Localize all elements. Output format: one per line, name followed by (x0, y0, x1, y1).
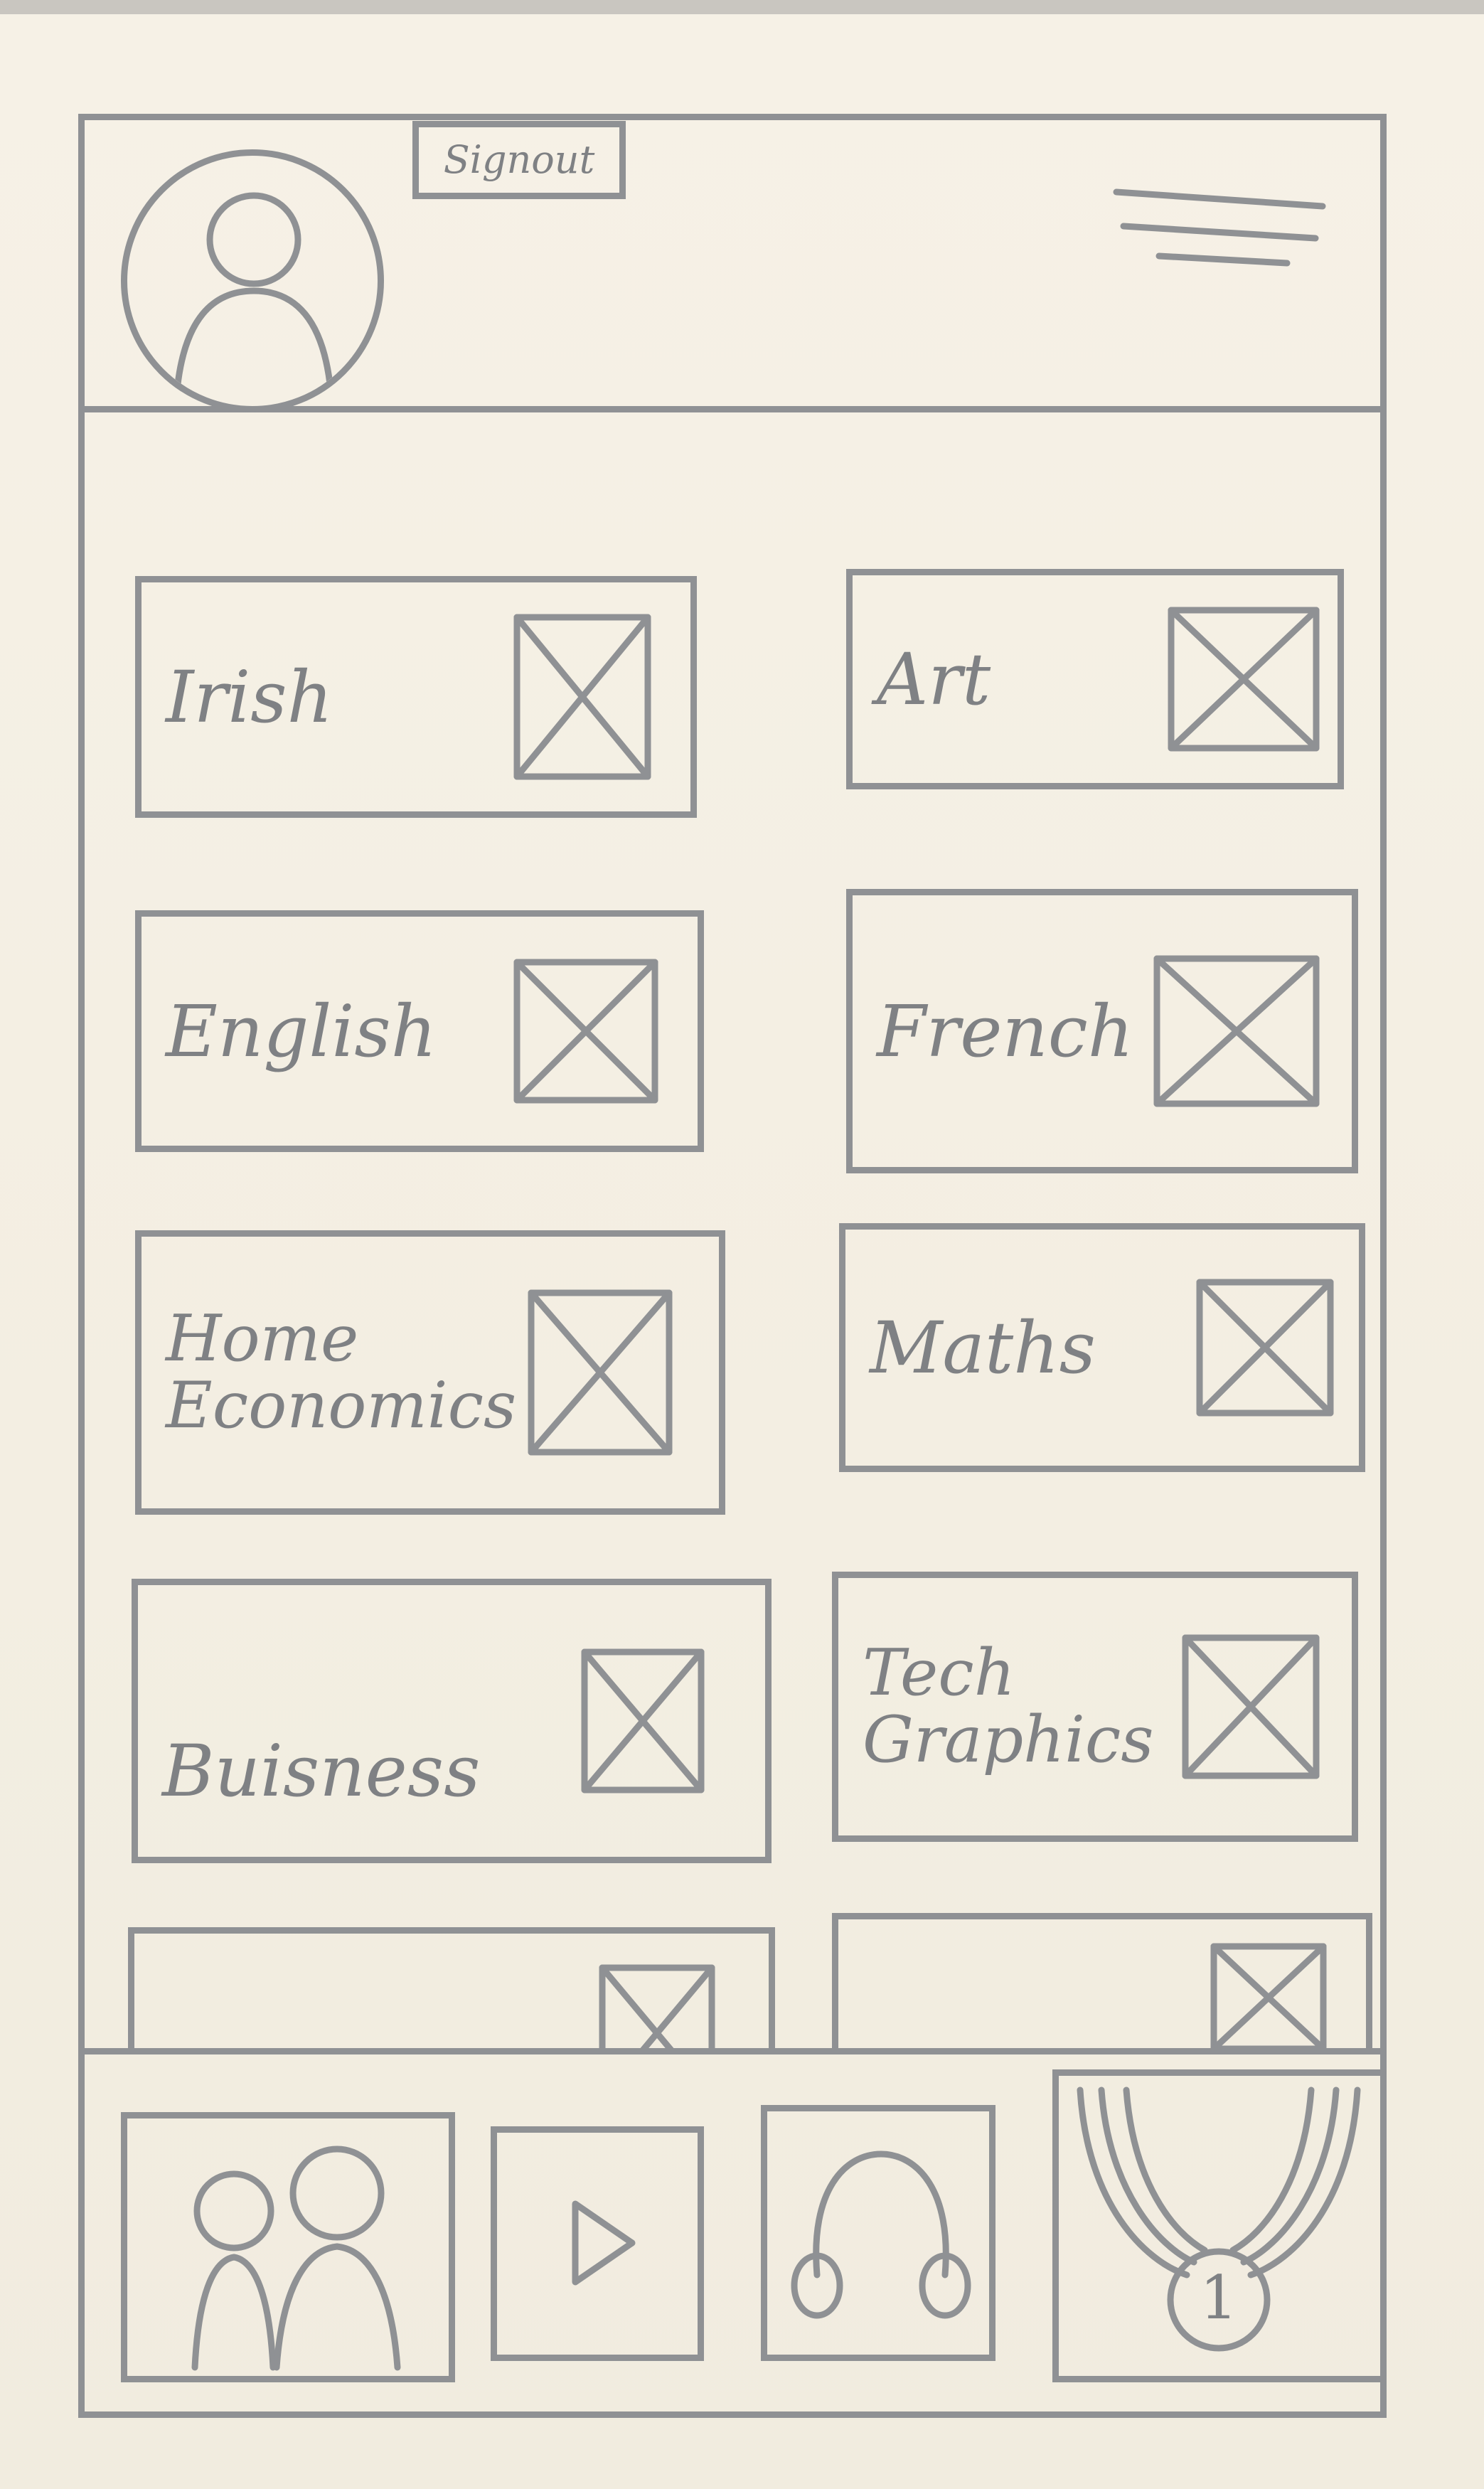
nav-play-button[interactable] (491, 2126, 704, 2361)
image-placeholder-icon (599, 1964, 715, 2048)
subject-label: Maths (870, 1306, 1096, 1390)
signout-button[interactable]: Signout (412, 121, 626, 199)
nav-people-button[interactable] (121, 2112, 455, 2382)
image-placeholder-icon (1168, 607, 1320, 752)
image-placeholder-icon (513, 614, 651, 780)
subject-tile-irish[interactable]: Irish (135, 576, 697, 818)
image-placeholder-icon (1196, 1279, 1334, 1417)
image-placeholder-icon (513, 959, 658, 1104)
subject-tile-partial[interactable] (832, 1913, 1372, 2048)
subject-tile-french[interactable]: French (846, 889, 1358, 1173)
play-icon (572, 2200, 636, 2286)
hamburger-menu-icon[interactable] (1109, 178, 1337, 277)
subject-label: Irish (166, 655, 333, 739)
headphones-icon (791, 2150, 971, 2319)
subject-tile-buisness[interactable]: Buisness (132, 1579, 772, 1863)
people-icon (191, 2146, 401, 2371)
subject-tile-tech-graphics[interactable]: Tech Graphics (832, 1572, 1358, 1842)
image-placeholder-icon (1210, 1943, 1327, 2048)
subject-tile-maths[interactable]: Maths (839, 1223, 1365, 1472)
subjects-grid: Irish Art English French Home Economics (78, 412, 1387, 2048)
subject-tile-partial[interactable] (128, 1927, 775, 2048)
subject-label: Buisness (162, 1729, 481, 1813)
subject-label: Home Economics (166, 1301, 517, 1443)
subject-label: Tech Graphics (863, 1635, 1154, 1777)
image-placeholder-icon (1153, 955, 1320, 1107)
user-avatar-icon[interactable] (121, 149, 384, 412)
subject-label: English (166, 989, 437, 1073)
subject-tile-english[interactable]: English (135, 910, 704, 1152)
nav-audio-button[interactable] (761, 2105, 995, 2361)
subject-label: Art (877, 637, 991, 721)
image-placeholder-icon (581, 1648, 705, 1794)
image-placeholder-icon (528, 1289, 673, 1456)
image-placeholder-icon (1182, 1634, 1320, 1779)
nav-achievements-button[interactable]: 1 (1052, 2069, 1387, 2382)
subject-tile-art[interactable]: Art (846, 569, 1344, 789)
medal-badge-number: 1 (1200, 2263, 1238, 2333)
subject-tile-home-economics[interactable]: Home Economics (135, 1230, 725, 1515)
subject-label: French (877, 989, 1134, 1073)
